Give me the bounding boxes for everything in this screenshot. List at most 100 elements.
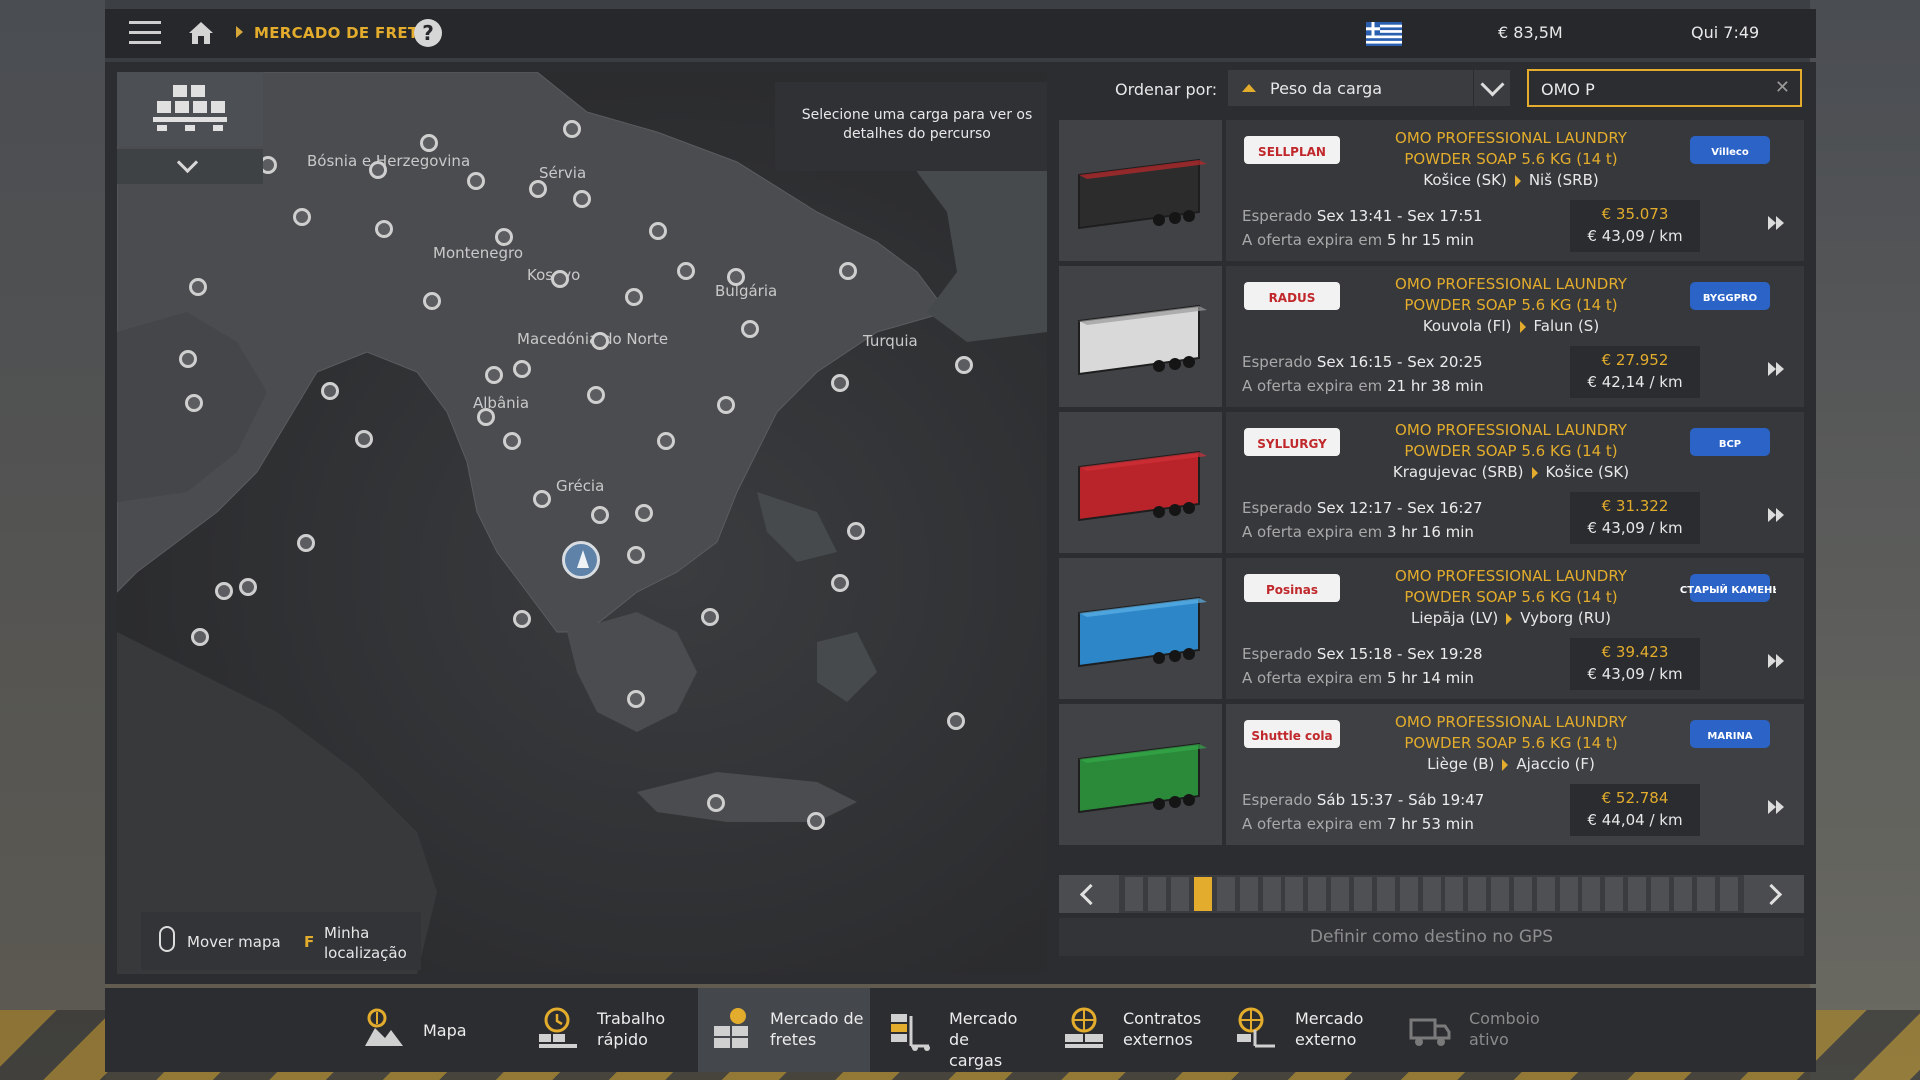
map-city-node[interactable] xyxy=(191,628,209,646)
page-segment[interactable] xyxy=(1194,877,1212,911)
page-segment[interactable] xyxy=(1240,877,1258,911)
route-map[interactable]: Bósnia e Herzegovina Sérvia Montenegro K… xyxy=(117,72,1047,974)
nav-quick-job[interactable]: Trabalho rápido xyxy=(535,988,665,1072)
map-city-node[interactable] xyxy=(513,610,531,628)
page-segment[interactable] xyxy=(1560,877,1578,911)
map-city-node[interactable] xyxy=(375,220,393,238)
offer-body[interactable]: Posinas OMO PROFESSIONAL LAUNDRY POWDER S… xyxy=(1226,558,1804,699)
map-city-node[interactable] xyxy=(239,578,257,596)
map-city-node[interactable] xyxy=(947,712,965,730)
nav-active-convoy[interactable]: Comboio ativo xyxy=(1407,988,1557,1072)
map-city-node[interactable] xyxy=(573,190,591,208)
map-city-node[interactable] xyxy=(529,180,547,198)
cargo-filter-button[interactable] xyxy=(117,72,263,146)
map-city-node[interactable] xyxy=(625,288,643,306)
current-location-marker-icon[interactable] xyxy=(562,541,600,579)
map-city-node[interactable] xyxy=(741,320,759,338)
map-city-node[interactable] xyxy=(513,360,531,378)
map-city-node[interactable] xyxy=(591,506,609,524)
page-segment[interactable] xyxy=(1308,877,1326,911)
map-city-node[interactable] xyxy=(215,582,233,600)
map-city-node[interactable] xyxy=(847,522,865,540)
offer-body[interactable]: SYLLURGY OMO PROFESSIONAL LAUNDRY POWDER … xyxy=(1226,412,1804,553)
page-segment[interactable] xyxy=(1491,877,1509,911)
map-city-node[interactable] xyxy=(635,504,653,522)
nav-external-market[interactable]: Mercado externo xyxy=(1233,988,1383,1072)
my-location-label[interactable]: Minha localização xyxy=(324,923,414,963)
map-city-node[interactable] xyxy=(189,278,207,296)
next-page-button[interactable] xyxy=(1744,875,1804,913)
page-segment[interactable] xyxy=(1400,877,1418,911)
offer-row[interactable]: SYLLURGY OMO PROFESSIONAL LAUNDRY POWDER … xyxy=(1059,412,1804,553)
map-city-node[interactable] xyxy=(485,366,503,384)
fast-forward-icon[interactable] xyxy=(1766,651,1786,671)
fast-forward-icon[interactable] xyxy=(1766,797,1786,817)
map-city-node[interactable] xyxy=(185,394,203,412)
map-city-node[interactable] xyxy=(495,228,513,246)
page-segment[interactable] xyxy=(1445,877,1463,911)
map-city-node[interactable] xyxy=(355,430,373,448)
map-city-node[interactable] xyxy=(807,812,825,830)
page-segment[interactable] xyxy=(1628,877,1646,911)
map-city-node[interactable] xyxy=(369,161,387,179)
map-city-node[interactable] xyxy=(467,172,485,190)
sort-select[interactable]: Peso da carga xyxy=(1228,70,1473,106)
map-city-node[interactable] xyxy=(591,332,609,350)
map-city-node[interactable] xyxy=(701,608,719,626)
page-segment[interactable] xyxy=(1605,877,1623,911)
map-city-node[interactable] xyxy=(179,350,197,368)
page-segment[interactable] xyxy=(1582,877,1600,911)
map-city-node[interactable] xyxy=(297,534,315,552)
menu-icon[interactable] xyxy=(129,21,161,45)
map-city-node[interactable] xyxy=(717,396,735,414)
cargo-filter-dropdown[interactable] xyxy=(117,149,263,184)
map-city-node[interactable] xyxy=(627,546,645,564)
page-segment[interactable] xyxy=(1217,877,1235,911)
map-city-node[interactable] xyxy=(293,208,311,226)
page-segment[interactable] xyxy=(1697,877,1715,911)
map-city-node[interactable] xyxy=(649,222,667,240)
sort-ascending-icon[interactable] xyxy=(1242,84,1256,92)
offer-body[interactable]: RADUS OMO PROFESSIONAL LAUNDRY POWDER SOA… xyxy=(1226,266,1804,407)
fast-forward-icon[interactable] xyxy=(1766,505,1786,525)
page-segment[interactable] xyxy=(1720,877,1738,911)
page-segment[interactable] xyxy=(1537,877,1555,911)
nav-cargo-market[interactable]: Mercado de cargas xyxy=(887,988,1037,1072)
map-city-node[interactable] xyxy=(657,432,675,450)
nav-external-contracts[interactable]: Contratos externos xyxy=(1061,988,1211,1072)
page-segment[interactable] xyxy=(1423,877,1441,911)
map-city-node[interactable] xyxy=(423,292,441,310)
page-segment[interactable] xyxy=(1171,877,1189,911)
map-city-node[interactable] xyxy=(831,374,849,392)
map-city-node[interactable] xyxy=(551,270,569,288)
page-segment[interactable] xyxy=(1651,877,1669,911)
clear-search-icon[interactable]: ✕ xyxy=(1775,77,1790,98)
map-city-node[interactable] xyxy=(321,382,339,400)
fast-forward-icon[interactable] xyxy=(1766,213,1786,233)
map-city-node[interactable] xyxy=(627,690,645,708)
search-box[interactable]: ✕ xyxy=(1527,69,1802,107)
fast-forward-icon[interactable] xyxy=(1766,359,1786,379)
offer-row[interactable]: RADUS OMO PROFESSIONAL LAUNDRY POWDER SOA… xyxy=(1059,266,1804,407)
page-segment[interactable] xyxy=(1377,877,1395,911)
help-button[interactable]: ? xyxy=(414,19,442,47)
map-city-node[interactable] xyxy=(477,408,495,426)
page-segment[interactable] xyxy=(1148,877,1166,911)
map-city-node[interactable] xyxy=(677,262,695,280)
page-segment[interactable] xyxy=(1514,877,1532,911)
page-segment[interactable] xyxy=(1674,877,1692,911)
map-city-node[interactable] xyxy=(727,268,745,286)
map-city-node[interactable] xyxy=(839,262,857,280)
home-icon[interactable] xyxy=(187,19,215,47)
map-city-node[interactable] xyxy=(955,356,973,374)
set-gps-destination-button[interactable]: Definir como destino no GPS xyxy=(1059,918,1804,956)
map-city-node[interactable] xyxy=(533,490,551,508)
nav-map[interactable]: Mapa xyxy=(361,988,491,1072)
page-segment[interactable] xyxy=(1125,877,1143,911)
map-city-node[interactable] xyxy=(707,794,725,812)
offer-row[interactable]: SELLPLAN OMO PROFESSIONAL LAUNDRY POWDER … xyxy=(1059,120,1804,261)
page-segment[interactable] xyxy=(1354,877,1372,911)
map-city-node[interactable] xyxy=(831,574,849,592)
map-city-node[interactable] xyxy=(420,134,438,152)
offer-body[interactable]: Shuttle cola OMO PROFESSIONAL LAUNDRY POW… xyxy=(1226,704,1804,845)
